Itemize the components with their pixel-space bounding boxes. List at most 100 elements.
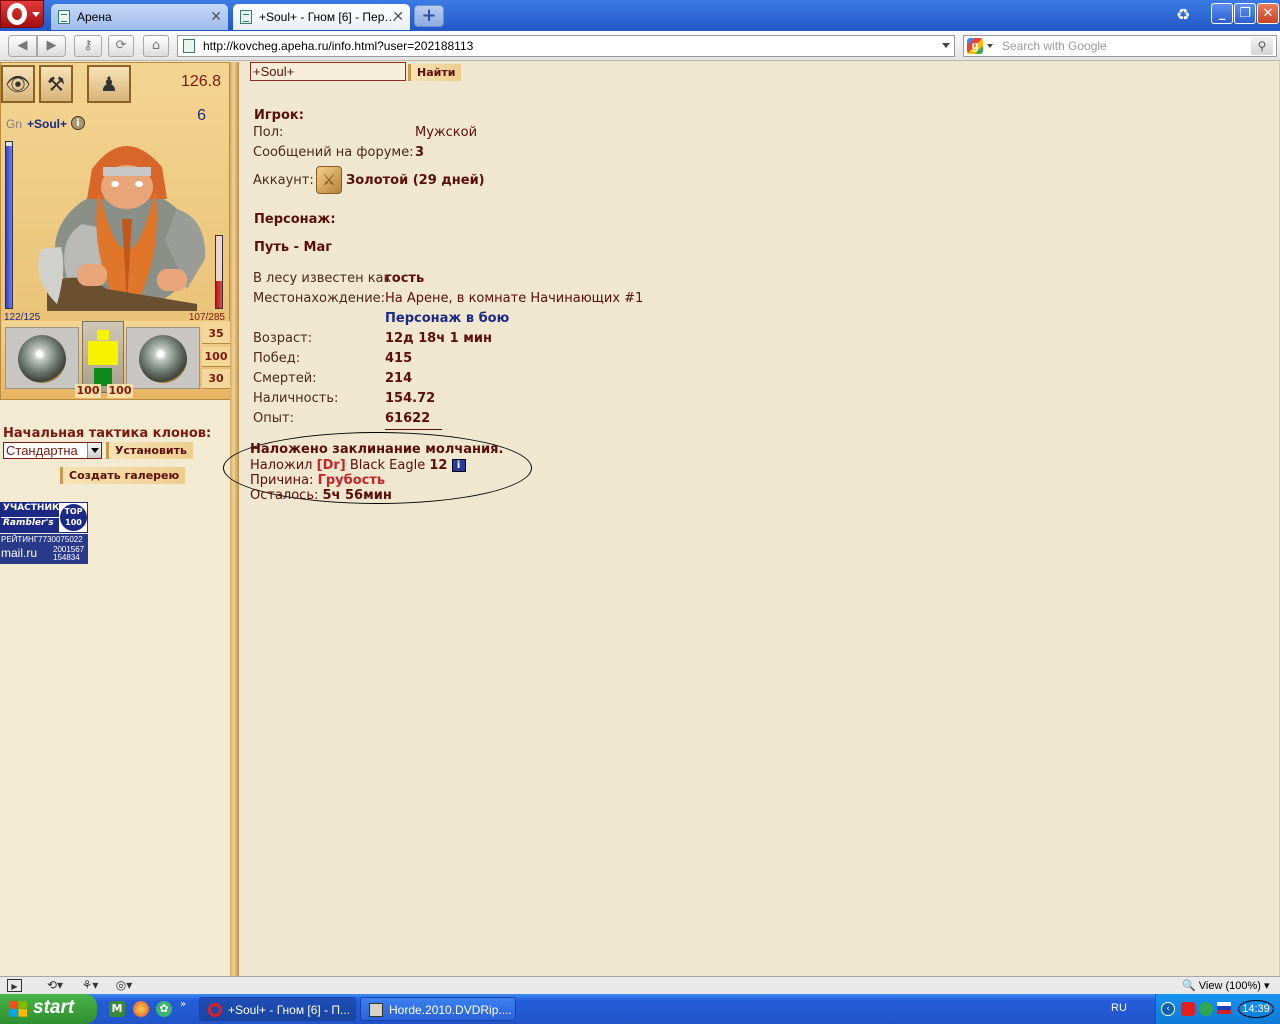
tab-arena[interactable]: Арена ✕ xyxy=(51,4,228,30)
silence-reason: Причина: Грубость xyxy=(250,473,503,488)
player-search-input[interactable]: +Soul+ xyxy=(250,62,406,81)
rambler-counter[interactable]: УЧАСТНИК Rambler's TOP 100 xyxy=(0,502,88,533)
maximize-button[interactable]: ❐ xyxy=(1234,3,1256,24)
orb-icon xyxy=(139,335,187,383)
panel-toggle-icon[interactable]: ▶ xyxy=(7,979,22,992)
russian-flag-icon[interactable] xyxy=(1217,1002,1231,1014)
task-label: +Soul+ - Гном [6] - П... xyxy=(228,1003,351,1017)
close-tab-icon[interactable]: ✕ xyxy=(392,8,404,25)
left-hand-slot[interactable] xyxy=(5,327,79,389)
page-icon xyxy=(58,10,70,24)
reason-value: Грубость xyxy=(317,473,386,488)
wand-button[interactable]: ⚷ xyxy=(74,35,102,57)
page-icon xyxy=(240,10,252,24)
age-label: Возраст: xyxy=(253,331,313,346)
address-url: http://kovcheg.apeha.ru/info.html?user=2… xyxy=(203,39,474,53)
head-armor-indicator xyxy=(97,330,109,340)
language-indicator[interactable]: RU xyxy=(1111,1002,1127,1014)
account-label: Аккаунт: xyxy=(253,173,314,188)
tactics-label: Начальная тактика клонов: xyxy=(3,426,212,441)
mailru-rating: РЕЙТИНГ7730075022 xyxy=(1,535,83,544)
wins-label: Побед: xyxy=(253,351,301,366)
icq-icon[interactable]: ✿ xyxy=(156,1001,172,1017)
chrome-icon[interactable] xyxy=(133,1001,149,1017)
frame-divider[interactable] xyxy=(230,62,239,976)
top100-badge: TOP 100 xyxy=(60,504,87,531)
forward-button[interactable]: ▶ xyxy=(37,35,66,57)
hp-bar-fill xyxy=(6,145,12,308)
stat-value: 35 xyxy=(202,324,230,344)
weight-value: 126.8 xyxy=(180,73,221,90)
sync-icon[interactable]: ⟲▾ xyxy=(44,979,66,992)
silence-caster: Наложил [Dr] Black Eagle 12 i xyxy=(250,458,503,473)
experience-label: Опыт: xyxy=(253,411,294,426)
google-icon[interactable]: g xyxy=(967,38,983,54)
tab-player-info[interactable]: +Soul+ - Гном [6] - Пер… ✕ xyxy=(233,4,410,30)
start-label: start xyxy=(33,997,75,1018)
tab-label: +Soul+ - Гном [6] - Пер… xyxy=(259,10,397,24)
clan-tag[interactable]: [Dr] xyxy=(317,458,346,473)
player-info: +Soul+ Найти Игрок: Пол: Мужской Сообщен… xyxy=(223,62,1270,976)
taskbar-item-media[interactable]: Horde.2010.DVDRip.... xyxy=(360,997,516,1021)
find-button[interactable]: Найти xyxy=(408,64,462,81)
chevron-left-icon[interactable]: ‹ xyxy=(1161,1002,1175,1016)
forest-value: гость xyxy=(385,271,425,286)
turbo-icon[interactable]: ◎▾ xyxy=(113,979,135,992)
tactics-select[interactable]: Стандартна xyxy=(3,442,102,459)
caster-label: Наложил xyxy=(250,458,313,473)
unite-icon[interactable]: ⚘▾ xyxy=(79,979,101,992)
body-armor-indicator xyxy=(88,341,118,365)
location-label: Местонахождение: xyxy=(253,291,386,306)
back-button[interactable]: ◀ xyxy=(8,35,37,57)
eye-button[interactable]: 👁 xyxy=(1,65,35,103)
gender-label: Пол: xyxy=(253,125,284,140)
reload-icon: ⟳ xyxy=(115,38,127,53)
address-field[interactable]: http://kovcheg.apeha.ru/info.html?user=2… xyxy=(177,35,955,57)
trash-icon[interactable]: ♻ xyxy=(1172,5,1194,27)
zoom-control[interactable]: 🔍 View (100%) ▾ xyxy=(1182,979,1270,992)
gender-value: Мужской xyxy=(415,125,478,140)
chevron-down-icon[interactable] xyxy=(987,44,993,48)
age-value: 12д 18ч 1 мин xyxy=(385,331,492,346)
taskbar-item-opera[interactable]: +Soul+ - Гном [6] - П... xyxy=(199,997,356,1021)
chevron-down-icon[interactable] xyxy=(942,43,950,48)
chevron-right-icon[interactable]: » xyxy=(180,999,186,1010)
chevron-down-icon xyxy=(32,12,40,17)
start-button[interactable]: start xyxy=(0,994,97,1024)
system-tray: ‹ 14:39 xyxy=(1155,994,1280,1024)
info-icon[interactable]: i xyxy=(71,116,85,130)
mailru-logo: mail.ru xyxy=(1,546,38,560)
network-icon[interactable] xyxy=(1181,1002,1195,1016)
new-tab-button[interactable]: + xyxy=(414,5,444,27)
armor-slot[interactable] xyxy=(82,321,124,393)
profile-button[interactable]: ♟ xyxy=(87,65,131,103)
reload-button[interactable]: ⟳ xyxy=(108,35,134,57)
quicklaunch-app-icon[interactable]: M xyxy=(109,1001,125,1017)
icq-icon[interactable] xyxy=(1199,1002,1213,1016)
close-tab-icon[interactable]: ✕ xyxy=(210,8,222,25)
cash-value: 154.72 xyxy=(385,391,436,406)
home-button[interactable]: ⌂ xyxy=(143,35,169,57)
arrow-left-icon: ◀ xyxy=(17,38,28,53)
right-hand-slot[interactable] xyxy=(126,327,200,389)
battle-status[interactable]: Персонаж в бою xyxy=(385,311,509,326)
set-tactics-button[interactable]: Установить xyxy=(106,442,193,459)
close-window-button[interactable]: ✕ xyxy=(1257,3,1279,24)
page-viewport: 👁 ⚒ ♟ 126.8 6 Gn +Soul+ i 122/125 107/28… xyxy=(0,62,1280,976)
search-icon[interactable]: ⚲ xyxy=(1251,37,1273,55)
character-panel: 👁 ⚒ ♟ 126.8 6 Gn +Soul+ i 122/125 107/28… xyxy=(0,62,230,976)
mana-bar-fill xyxy=(216,281,222,308)
stat-value: 100 xyxy=(202,347,230,367)
opera-menu-button[interactable] xyxy=(0,0,44,28)
key-icon: ⚷ xyxy=(83,38,93,53)
create-gallery-button[interactable]: Создать галерею xyxy=(60,467,186,484)
minimize-button[interactable]: _ xyxy=(1211,3,1233,24)
hp-bar xyxy=(5,141,13,309)
search-input[interactable]: g Search with Google ⚲ xyxy=(963,35,1277,57)
tools-button[interactable]: ⚒ xyxy=(39,65,73,103)
silence-remaining: Осталось: 5ч 56мин xyxy=(250,488,503,503)
info-icon[interactable]: i xyxy=(451,459,466,472)
clock[interactable]: 14:39 xyxy=(1238,1000,1274,1018)
mailru-counter[interactable]: РЕЙТИНГ7730075022 mail.ru 2001567 154834 xyxy=(0,534,88,564)
chevron-down-icon xyxy=(87,443,101,458)
